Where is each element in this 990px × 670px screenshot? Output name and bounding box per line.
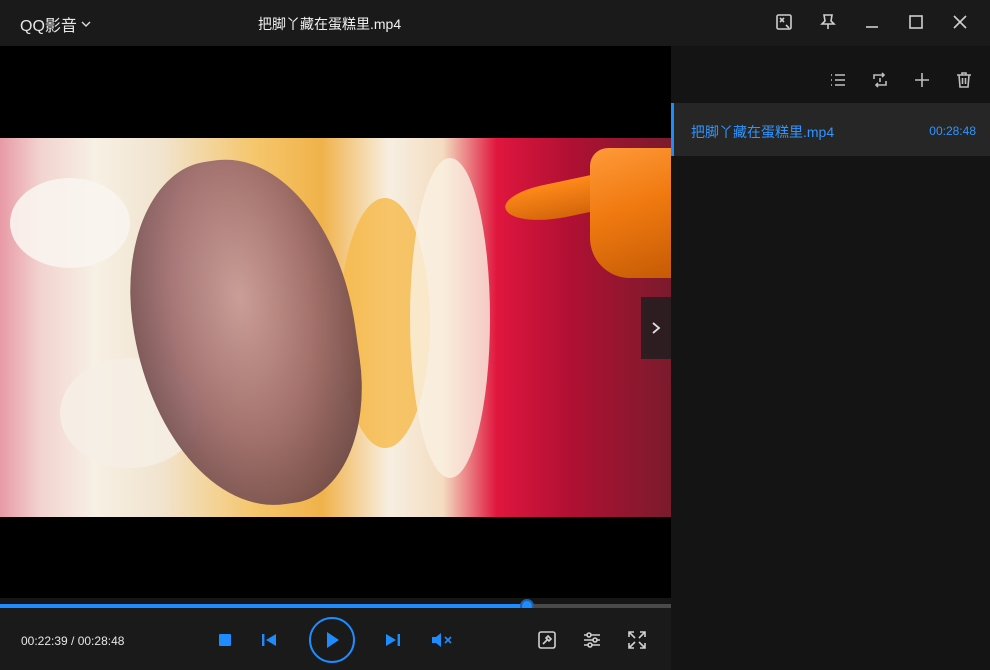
loop-once-icon <box>873 72 887 88</box>
stop-button[interactable] <box>214 629 236 651</box>
app-name: QQ影音 <box>20 18 77 35</box>
minimize-icon <box>866 26 878 28</box>
title-bar: QQ影音 把脚丫藏在蛋糕里.mp4 <box>0 0 990 46</box>
mute-button[interactable] <box>430 629 454 651</box>
stop-icon <box>219 634 231 646</box>
close-button[interactable] <box>940 6 980 38</box>
fullscreen-button[interactable] <box>625 628 649 652</box>
playlist-view-button[interactable] <box>826 68 850 92</box>
cake-cream <box>10 178 130 268</box>
time-display: 00:22:39 / 00:28:48 <box>21 634 125 648</box>
close-icon <box>953 15 967 29</box>
cake-cream <box>410 158 490 478</box>
playlist-toggle-button[interactable] <box>641 297 671 359</box>
screenshot-button[interactable] <box>764 6 804 38</box>
playlist-item-name: 把脚丫藏在蛋糕里.mp4 <box>691 124 835 140</box>
muted-volume-icon <box>432 633 452 647</box>
video-area[interactable] <box>0 46 671 598</box>
delete-icon <box>957 72 971 88</box>
chevron-down-icon <box>81 21 91 27</box>
control-bar: 00:22:39 / 00:28:48 <box>0 608 671 670</box>
app-menu-button[interactable]: QQ影音 <box>20 12 91 36</box>
playlist-item-duration: 00:28:48 <box>929 124 976 138</box>
equalizer-button[interactable] <box>580 628 604 652</box>
pin-icon <box>820 14 836 29</box>
add-file-button[interactable] <box>910 68 934 92</box>
maximize-icon <box>909 15 923 29</box>
loop-mode-button[interactable] <box>868 68 892 92</box>
equalizer-icon <box>584 632 600 648</box>
chevron-right-icon <box>652 322 661 334</box>
minimize-button[interactable] <box>852 6 892 38</box>
window-title: 把脚丫藏在蛋糕里.mp4 <box>258 16 402 32</box>
playlist-panel: 把脚丫藏在蛋糕里.mp4 00:28:48 <box>671 46 990 670</box>
add-icon <box>915 73 929 87</box>
play-button[interactable] <box>309 617 355 663</box>
fullscreen-icon <box>628 631 646 649</box>
toolbox-button[interactable] <box>535 628 559 652</box>
next-button[interactable] <box>382 629 404 651</box>
previous-icon <box>262 634 276 646</box>
play-icon <box>327 632 339 648</box>
toolbox-icon <box>538 631 556 649</box>
video-frame <box>0 138 671 517</box>
delete-button[interactable] <box>952 68 976 92</box>
maximize-button[interactable] <box>896 6 936 38</box>
screenshot-icon <box>776 14 792 30</box>
pin-button[interactable] <box>808 6 848 38</box>
syrup-bottle <box>590 148 671 278</box>
next-icon <box>386 634 400 646</box>
list-icon <box>831 74 845 86</box>
playlist-item[interactable]: 把脚丫藏在蛋糕里.mp4 00:28:48 <box>671 103 990 156</box>
previous-button[interactable] <box>258 629 280 651</box>
